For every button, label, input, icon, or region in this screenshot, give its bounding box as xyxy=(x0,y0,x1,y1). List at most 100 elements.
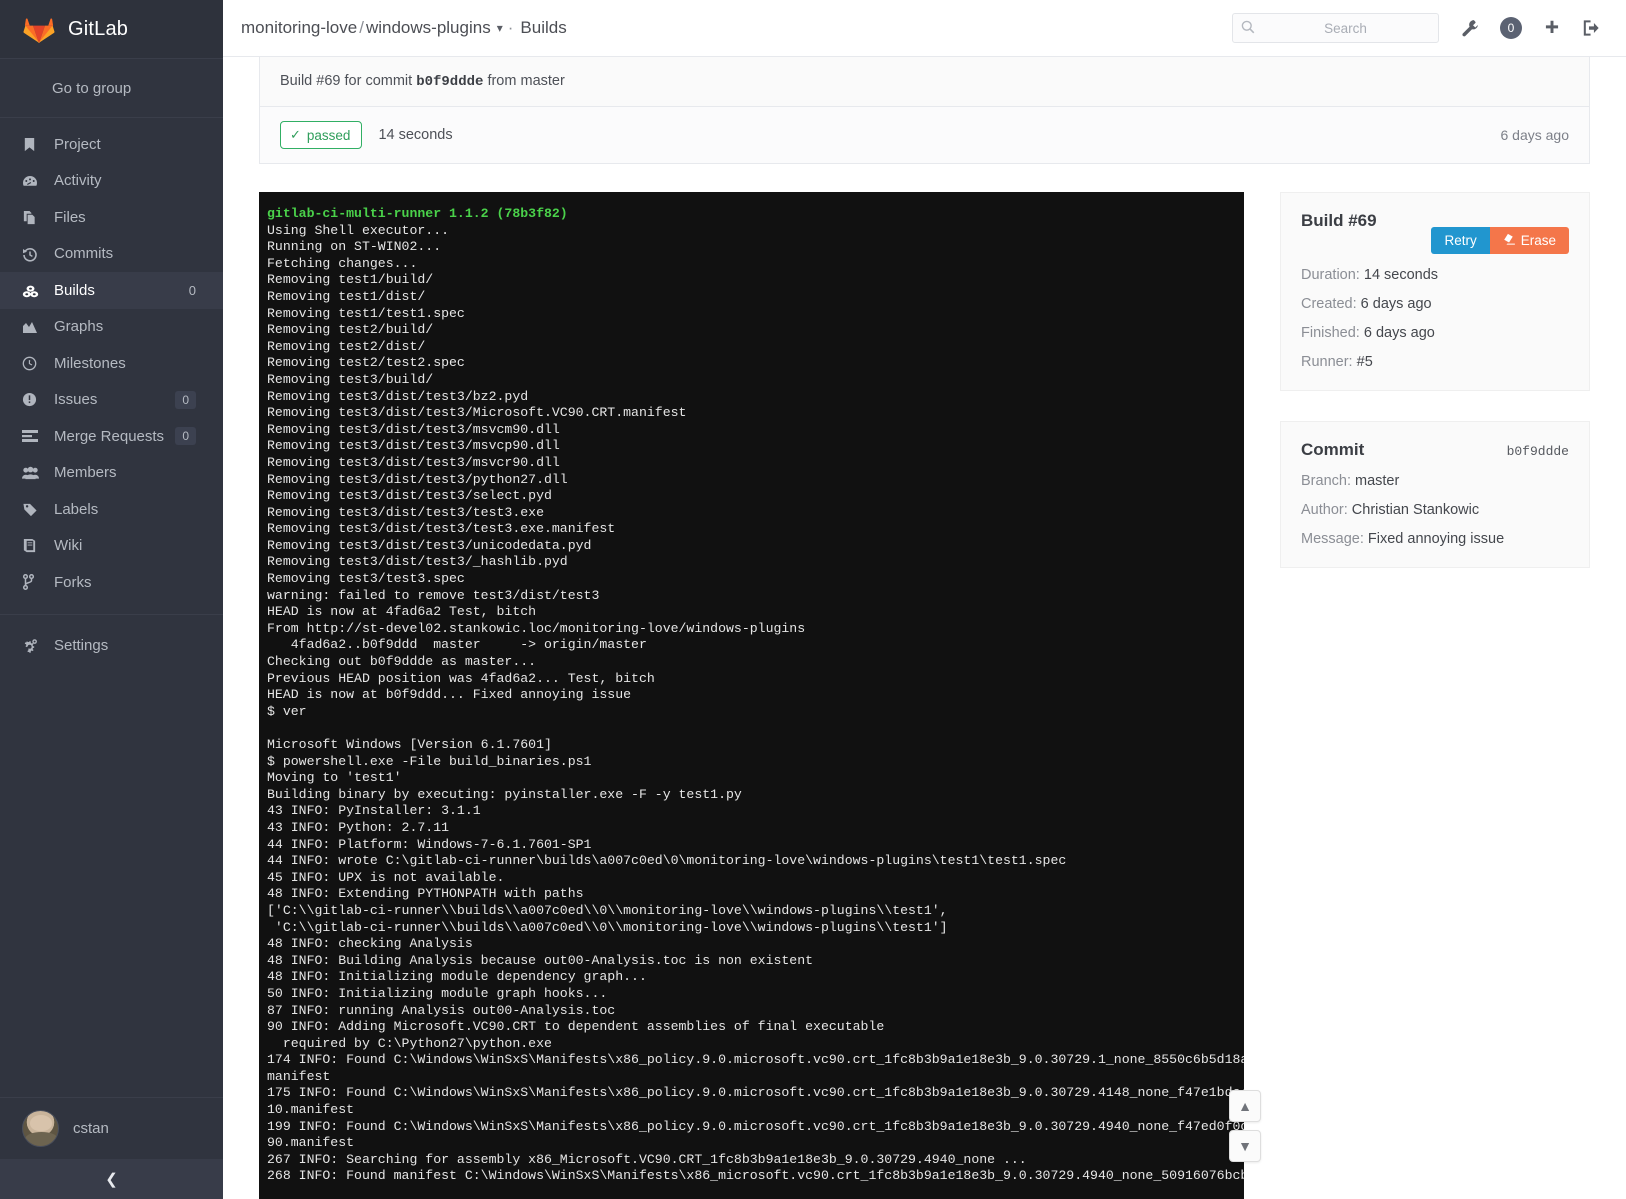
build-runner-value[interactable]: #5 xyxy=(1357,354,1373,370)
build-finished-value: 6 days ago xyxy=(1363,325,1435,341)
sidebar-item-project[interactable]: Project xyxy=(0,126,223,163)
chevron-down-icon[interactable]: ▾ xyxy=(497,21,503,35)
trace-line xyxy=(267,720,1234,737)
trace-line: Removing test3/dist/test3/select.pyd xyxy=(267,488,552,504)
trace-line: required by C:\Python27\python.exe xyxy=(267,1035,552,1051)
breadcrumb-separator: / xyxy=(359,18,364,37)
sidebar-merge-requests-count: 0 xyxy=(175,427,196,446)
sidebar-user[interactable]: cstan xyxy=(0,1097,223,1159)
sidebar-item-label: Members xyxy=(54,464,117,482)
status-badge[interactable]: ✓ passed xyxy=(280,121,363,149)
trace-line: Checking out b0f9ddde as master... xyxy=(267,654,537,670)
trace-line: 199 INFO: Found C:\Windows\WinSxS\Manife… xyxy=(267,1118,1244,1134)
build-duration-label: 14 seconds xyxy=(378,127,453,143)
commit-sha[interactable]: b0f9ddde xyxy=(1507,444,1569,459)
sidebar-item-milestones[interactable]: Milestones xyxy=(0,345,223,382)
scroll-to-top-button[interactable]: ▲ xyxy=(1229,1090,1261,1122)
build-sidebar: Build #69 Retry Erase Duration: 14 secon… xyxy=(1280,192,1590,1199)
plus-icon[interactable] xyxy=(1543,19,1561,37)
chevron-left-icon: ❮ xyxy=(105,1171,118,1188)
trace-line: 48 INFO: Initializing module dependency … xyxy=(267,969,647,985)
wrench-icon[interactable] xyxy=(1461,19,1479,37)
tags-icon xyxy=(22,502,48,517)
sidebar-item-members[interactable]: Members xyxy=(0,455,223,492)
todos-count-badge[interactable]: 0 xyxy=(1500,17,1522,39)
check-icon: ✓ xyxy=(290,127,301,142)
sidebar-item-graphs[interactable]: Graphs xyxy=(0,309,223,346)
build-panel-actions: Retry Erase xyxy=(1301,227,1569,254)
sidebar-logo[interactable]: GitLab xyxy=(0,0,223,59)
trace-header-line: gitlab-ci-multi-runner 1.1.2 (78b3f82) xyxy=(267,206,568,221)
go-to-group-link[interactable]: Go to group xyxy=(0,59,223,118)
trace-line: 48 INFO: Building Analysis because out00… xyxy=(267,952,814,968)
trace-line: 4fad6a2..b0f9ddd master -> origin/master xyxy=(267,637,647,653)
breadcrumb-section: Builds xyxy=(520,18,567,37)
build-header-branch[interactable]: master xyxy=(520,73,564,89)
commit-message-value: Fixed annoying issue xyxy=(1367,531,1505,547)
breadcrumb-dot: · xyxy=(507,18,514,37)
sidebar: GitLab Go to group Project Activity File… xyxy=(0,0,223,1199)
sidebar-item-builds[interactable]: Builds 0 xyxy=(0,272,223,309)
build-trace-output[interactable]: gitlab-ci-multi-runner 1.1.2 (78b3f82) Us… xyxy=(259,192,1244,1199)
trace-line: 175 INFO: Found C:\Windows\WinSxS\Manife… xyxy=(267,1085,1244,1101)
commit-panel-title-row: Commit b0f9ddde xyxy=(1301,440,1569,460)
gitlab-fox-logo-icon xyxy=(22,14,56,44)
status-badge-label: passed xyxy=(306,127,351,143)
trace-line: Removing test3/dist/test3/msvcr90.dll xyxy=(267,454,560,470)
sidebar-divider xyxy=(0,613,223,615)
merge-request-icon xyxy=(22,429,48,443)
sidebar-item-settings[interactable]: Settings xyxy=(0,628,223,665)
sidebar-item-labels[interactable]: Labels xyxy=(0,491,223,528)
search-box[interactable] xyxy=(1232,13,1439,43)
build-runner-row: Runner: #5 xyxy=(1301,354,1569,370)
breadcrumb-group[interactable]: monitoring-love xyxy=(241,18,357,38)
scroll-to-bottom-button[interactable]: ▼ xyxy=(1229,1130,1261,1162)
sidebar-item-activity[interactable]: Activity xyxy=(0,163,223,200)
build-duration-key: Duration: xyxy=(1301,267,1360,283)
commit-branch-value[interactable]: master xyxy=(1355,473,1399,489)
history-icon xyxy=(22,246,48,262)
sidebar-brand-label: GitLab xyxy=(68,17,129,40)
sign-out-icon[interactable] xyxy=(1582,19,1600,37)
sidebar-item-commits[interactable]: Commits xyxy=(0,236,223,273)
chevron-down-icon: ▼ xyxy=(1238,1138,1252,1154)
sidebar-item-wiki[interactable]: Wiki xyxy=(0,528,223,565)
trace-line: 44 INFO: Platform: Windows-7-6.1.7601-SP… xyxy=(267,836,592,852)
bookmark-icon xyxy=(22,137,48,152)
trace-line: Removing test1/build/ xyxy=(267,272,434,288)
sidebar-item-files[interactable]: Files xyxy=(0,199,223,236)
search-icon xyxy=(1241,20,1255,37)
erase-button[interactable]: Erase xyxy=(1489,227,1569,254)
trace-line: 90.manifest xyxy=(267,1135,355,1151)
trace-line: Removing test3/dist/test3/unicodedata.py… xyxy=(267,537,592,553)
trace-line: Removing test3/dist/test3/python27.dll xyxy=(267,471,568,487)
trace-line: 48 INFO: checking Analysis xyxy=(267,936,473,952)
sidebar-item-label: Milestones xyxy=(54,354,126,372)
build-created-value: 6 days ago xyxy=(1360,296,1432,312)
sidebar-item-label: Activity xyxy=(54,172,102,190)
commit-author-row: Author: Christian Stankowic xyxy=(1301,502,1569,518)
sidebar-item-forks[interactable]: Forks xyxy=(0,564,223,601)
top-navigation-bar: monitoring-love / windows-plugins ▾ · Bu… xyxy=(223,0,1626,57)
trace-line: ['C:\\gitlab-ci-runner\\builds\\a007c0ed… xyxy=(267,902,948,918)
trace-line: Removing test3/dist/test3/Microsoft.VC90… xyxy=(267,405,687,421)
sidebar-item-merge-requests[interactable]: Merge Requests 0 xyxy=(0,418,223,455)
trace-line: 50 INFO: Initializing module graph hooks… xyxy=(267,985,608,1001)
trace-line: Previous HEAD position was 4fad6a2... Te… xyxy=(267,670,655,686)
search-input[interactable] xyxy=(1261,20,1430,36)
retry-button[interactable]: Retry xyxy=(1431,227,1490,254)
trace-line: 10.manifest xyxy=(267,1102,355,1118)
build-finished-row: Finished: 6 days ago xyxy=(1301,325,1569,341)
trace-line: 267 INFO: Searching for assembly x86_Mic… xyxy=(267,1151,1027,1167)
trace-line: Removing test2/build/ xyxy=(267,322,434,338)
trace-scroll-buttons: ▲ ▼ xyxy=(1229,1090,1261,1162)
sidebar-builds-count: 0 xyxy=(188,282,196,298)
breadcrumb-project[interactable]: windows-plugins xyxy=(366,18,491,38)
trace-line: Removing test3/dist/test3/test3.exe xyxy=(267,504,544,520)
sidebar-nav: Project Activity Files Commits Builds 0 … xyxy=(0,118,223,664)
sidebar-collapse-button[interactable]: ❮ xyxy=(0,1159,223,1199)
build-header-sha[interactable]: b0f9ddde xyxy=(416,74,483,90)
sidebar-item-issues[interactable]: Issues 0 xyxy=(0,382,223,419)
commit-author-value[interactable]: Christian Stankowic xyxy=(1352,502,1479,518)
